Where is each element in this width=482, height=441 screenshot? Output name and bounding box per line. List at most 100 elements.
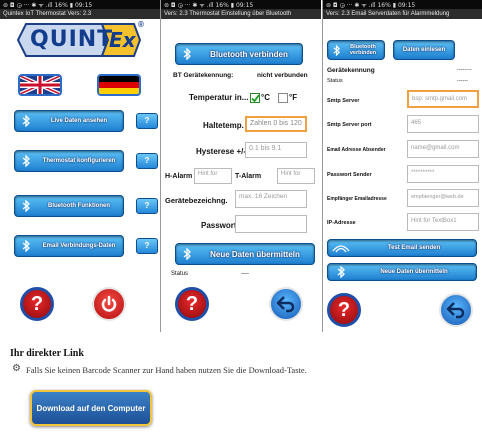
hysteresis-input[interactable]: 0.1 bis 9.1 <box>245 142 307 158</box>
logo-registered: ® <box>138 20 144 29</box>
status-value: ------ <box>457 78 468 84</box>
back-arrow-icon <box>276 296 295 313</box>
back-arrow-icon <box>446 302 465 319</box>
read-data-label: Daten einlesen <box>402 47 446 53</box>
live-data-button[interactable]: Live Daten ansehen <box>14 110 124 132</box>
direct-link-section: Ihr direkter Link ⚙ Falls Sie keinen Bar… <box>0 332 482 441</box>
app-screen-main: ⊚ ◘ ◶ ··· ✱ ᯤ .ıll 16% ▮ 09:15 Quintex I… <box>0 0 160 332</box>
bluetooth-icon <box>328 264 354 280</box>
read-data-button[interactable]: Daten einlesen <box>393 40 455 60</box>
send-data-label: Neue Daten übermitteln <box>210 249 300 259</box>
recipient-email-label: Empfänger Emailadresse <box>327 196 387 202</box>
configure-thermostat-label: Thermostat konfigurieren <box>42 158 116 164</box>
live-data-label: Live Daten ansehen <box>50 118 108 124</box>
help-round-button[interactable]: ? <box>175 287 209 321</box>
bluetooth-icon <box>15 196 37 216</box>
app-screen-thermostat: ⊚ ◘ ◶ ··· ✱ ᯤ .ıll 16% ▮ 09:15 Vers: 2.3… <box>160 0 321 332</box>
celsius-checkbox[interactable] <box>250 93 260 103</box>
celsius-label: °C <box>261 93 270 102</box>
low-alarm-label: T-Alarm <box>235 173 262 180</box>
status-bar: ⊚ ◘ ◶ ··· ✱ ᯤ .ıll 16% ▮ 09:15 <box>323 0 482 9</box>
help-live-data-button[interactable]: ? <box>136 113 158 129</box>
send-data-label: Neue Daten übermitteln <box>380 269 448 275</box>
sender-password-label: Passwort Sender <box>327 172 372 178</box>
smtp-server-label: Smtp Server <box>327 98 360 104</box>
german-flag-button[interactable] <box>97 74 141 96</box>
bluetooth-icon <box>15 111 37 131</box>
quintex-logo: QUINT Ex ® <box>16 20 144 58</box>
status-value: ---- <box>241 271 249 277</box>
screen-title: Vers: 2.3 Thermostat Einstellung über Bl… <box>161 9 321 19</box>
sender-email-label: Email Adresse Absender <box>327 147 386 153</box>
german-flag-icon <box>99 76 139 94</box>
device-name-input[interactable]: max. 16 Zeichen <box>235 190 307 208</box>
bluetooth-functions-button[interactable]: Bluetooth Funktionen <box>14 195 124 217</box>
logo-ex-text: Ex <box>109 28 136 52</box>
screen-title: Vers: 2.3 Email Serverdaten für Alarmmel… <box>323 9 482 19</box>
power-icon <box>101 295 117 312</box>
bluetooth-icon <box>176 244 198 264</box>
bluetooth-connect-label: Bluetooth verbinden <box>210 49 288 59</box>
password-input[interactable] <box>235 215 307 233</box>
help-bluetooth-button[interactable]: ? <box>136 198 158 214</box>
bluetooth-icon <box>15 236 37 256</box>
high-alarm-input[interactable]: Hint for <box>194 168 232 184</box>
temperature-unit-label: Temperatur in... <box>189 93 249 102</box>
wifi-icon <box>328 240 354 256</box>
help-email-button[interactable]: ? <box>136 238 158 254</box>
hold-temp-label: Haltetemp. <box>203 121 244 130</box>
fahrenheit-checkbox[interactable] <box>278 93 288 103</box>
password-label: Passwort <box>201 221 237 230</box>
help-round-button[interactable]: ? <box>327 293 361 327</box>
test-email-button[interactable]: Test Email senden <box>327 239 477 257</box>
high-alarm-label: H-Alarm <box>165 173 193 180</box>
email-connection-button[interactable]: Email Verbindungs-Daten <box>14 235 124 257</box>
uk-flag-icon <box>20 76 60 94</box>
section-heading: Ihr direkter Link <box>10 348 84 359</box>
send-data-button[interactable]: Neue Daten übermitteln <box>175 243 315 265</box>
configure-thermostat-button[interactable]: Thermostat konfigurieren <box>14 150 124 172</box>
test-email-label: Test Email senden <box>387 245 441 251</box>
bt-id-value: nicht verbunden <box>257 72 308 79</box>
back-button[interactable] <box>439 293 473 327</box>
bluetooth-connect-label: Bluetooth verbinden <box>349 44 377 56</box>
ip-address-input[interactable]: Hint for TextBox1 <box>407 213 479 231</box>
power-button[interactable] <box>92 287 126 321</box>
uk-flag-button[interactable] <box>18 74 62 96</box>
status-bar: ⊚ ◘ ◶ ··· ✱ ᯤ .ıll 16% ▮ 09:15 <box>161 0 321 9</box>
sender-email-input[interactable]: name@gmail.com <box>407 140 479 158</box>
device-name-label: Gerätebezeichng. <box>165 196 228 205</box>
hysteresis-label: Hysterese +/- <box>196 147 247 156</box>
bluetooth-icon <box>15 151 37 171</box>
bluetooth-connect-button[interactable]: Bluetooth verbinden <box>327 40 385 60</box>
fahrenheit-label: °F <box>289 93 298 102</box>
bluetooth-connect-button[interactable]: Bluetooth verbinden <box>175 43 303 65</box>
status-bar: ⊚ ◘ ◶ ··· ✱ ᯤ .ıll 16% ▮ 09:15 <box>0 0 160 9</box>
ip-address-label: IP-Adresse <box>327 220 356 226</box>
back-button[interactable] <box>269 287 303 321</box>
help-configure-button[interactable]: ? <box>136 153 158 169</box>
smtp-server-input[interactable]: bsp: smtp.gmail.com <box>407 90 479 108</box>
status-label: Status <box>327 78 343 84</box>
device-id-label: Gerätekennung <box>327 67 375 74</box>
download-button[interactable]: Download auf den Computer <box>30 390 152 426</box>
bluetooth-functions-label: Bluetooth Funktionen <box>48 203 110 209</box>
low-alarm-input[interactable]: Hint for <box>277 168 315 184</box>
hold-temp-input[interactable]: Zahlen 0 bis 120 <box>245 116 307 132</box>
bt-id-label: BT Gerätekennung: <box>173 72 234 79</box>
section-text: Falls Sie keinen Barcode Scanner zur Han… <box>26 365 307 375</box>
device-id-value: -------- <box>457 67 472 73</box>
sender-password-input[interactable]: ********** <box>407 165 479 183</box>
smtp-port-label: Smtp Server port <box>327 122 372 128</box>
email-connection-label: Email Verbindungs-Daten <box>42 243 116 249</box>
checkmark-icon <box>251 94 260 103</box>
app-title: Quintex IoT Thermostat Vers: 2.3 <box>0 9 160 19</box>
help-round-button[interactable]: ? <box>20 287 54 321</box>
logo-text: QUINT <box>30 27 114 52</box>
send-data-button[interactable]: Neue Daten übermitteln <box>327 263 477 281</box>
bluetooth-icon <box>328 41 344 59</box>
smtp-port-input[interactable]: 465 <box>407 115 479 133</box>
bluetooth-icon <box>176 44 198 64</box>
app-screen-email: ⊚ ◘ ◶ ··· ✱ ᯤ .ıll 16% ▮ 09:15 Vers: 2.3… <box>322 0 482 332</box>
recipient-email-input[interactable]: empfaenger@web.de <box>407 189 479 207</box>
